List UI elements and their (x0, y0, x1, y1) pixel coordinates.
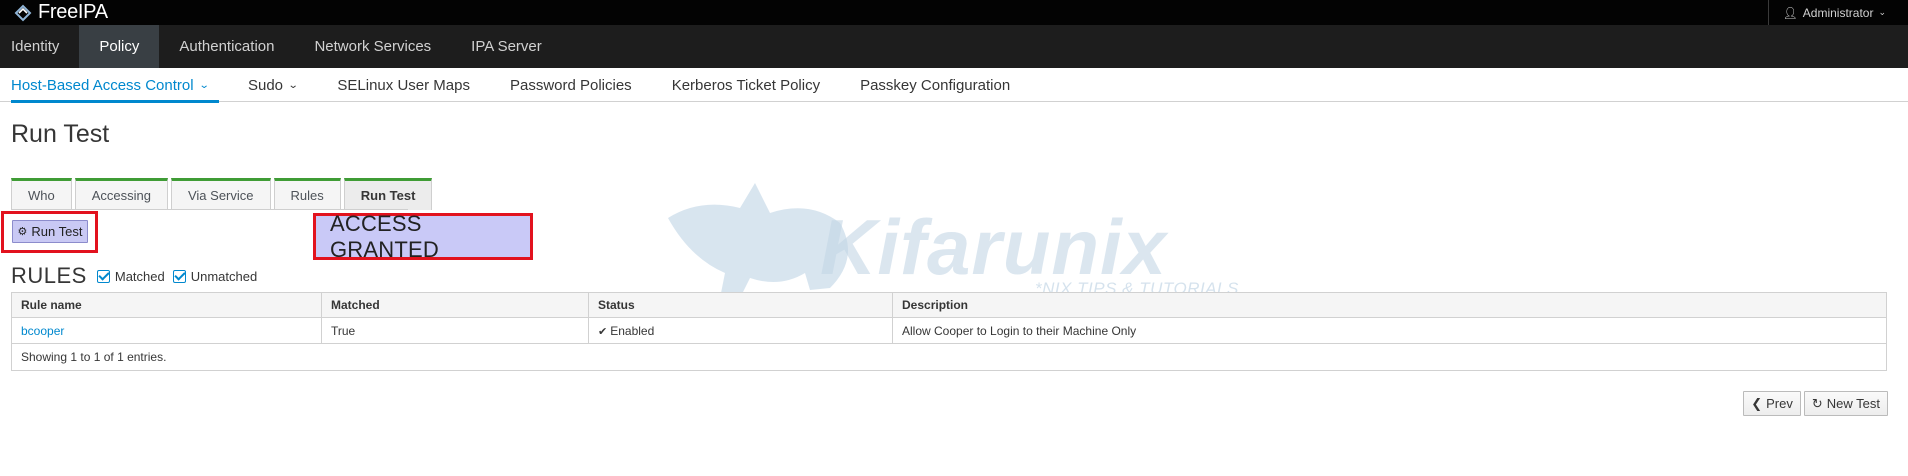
run-test-label: Run Test (31, 224, 83, 239)
matched-label: Matched (114, 268, 165, 284)
refresh-icon: ↻ (1811, 395, 1823, 411)
tab-rules[interactable]: Rules (273, 178, 341, 209)
prev-label: Prev (1766, 396, 1793, 411)
chevron-left-icon: ❮ (1751, 395, 1763, 411)
subnav-passkey[interactable]: Passkey Configuration (840, 68, 1030, 102)
prev-button[interactable]: ❮ Prev (1743, 391, 1801, 416)
brand[interactable]: FreeIPA (0, 0, 108, 25)
subnav-sudo[interactable]: Sudo ⌄ (228, 68, 317, 102)
gear-icon: ⚙ (17, 226, 28, 238)
brand-name: FreeIPA (38, 1, 108, 23)
rule-status: ✔ Enabled (588, 317, 893, 344)
matched-checkbox[interactable]: Matched (96, 268, 165, 284)
tab-who[interactable]: Who (11, 178, 72, 209)
table-summary: Showing 1 to 1 of 1 entries. (11, 343, 1887, 371)
rules-header: RULES Matched Unmatched (11, 263, 265, 289)
column-header-status[interactable]: Status (588, 292, 893, 318)
freeipa-logo-icon (14, 4, 32, 21)
run-test-button[interactable]: ⚙ Run Test (12, 220, 88, 243)
pager: ❮ Prev ↻ New Test (1743, 391, 1888, 416)
nav-authentication[interactable]: Authentication (159, 25, 294, 68)
table-row: bcooper True ✔ Enabled Allow Cooper to Lo… (11, 317, 1887, 344)
rule-description: Allow Cooper to Login to their Machine O… (892, 317, 1887, 344)
rules-table: Rule name Matched Status Description bco… (11, 292, 1887, 371)
unmatched-checkbox[interactable]: Unmatched (172, 268, 258, 284)
rules-title: RULES (11, 263, 87, 288)
user-menu[interactable]: 👤︎ Administrator ⌄ (1767, 0, 1908, 25)
new-test-label: New Test (1826, 396, 1880, 411)
column-header-rule-name[interactable]: Rule name (11, 292, 322, 318)
chevron-down-icon: ⌄ (287, 79, 299, 91)
subnav-hbac-label: Host-Based Access Control (11, 76, 194, 94)
checkbox-checked-icon (96, 269, 110, 283)
nav-policy[interactable]: Policy (79, 25, 160, 68)
subnav-hbac[interactable]: Host-Based Access Control ⌄ (0, 68, 228, 103)
new-test-button[interactable]: ↻ New Test (1803, 391, 1888, 416)
rule-name-link[interactable]: bcooper (11, 317, 322, 344)
facet-tabs: Who Accessing Via Service Rules Run Test (11, 178, 433, 210)
access-result: ACCESS GRANTED (313, 211, 533, 262)
subnav-password-policies[interactable]: Password Policies (490, 68, 652, 102)
tab-run-test[interactable]: Run Test (343, 178, 433, 210)
subnav-kerberos-policy[interactable]: Kerberos Ticket Policy (652, 68, 840, 102)
chevron-down-icon: ⌄ (198, 79, 210, 91)
subnav-selinux[interactable]: SELinux User Maps (317, 68, 490, 102)
page-title: Run Test (11, 120, 110, 148)
unmatched-label: Unmatched (190, 268, 258, 284)
table-header-row: Rule name Matched Status Description (11, 292, 1887, 318)
user-name: Administrator (1802, 5, 1874, 20)
tab-accessing[interactable]: Accessing (74, 178, 168, 209)
column-header-matched[interactable]: Matched (321, 292, 589, 318)
nav-network-services[interactable]: Network Services (294, 25, 451, 68)
rule-status-text: Enabled (610, 323, 655, 338)
user-icon: 👤︎ (1782, 5, 1798, 20)
secondary-nav: Host-Based Access Control ⌄ Sudo ⌄ SELin… (0, 68, 1908, 103)
tab-via-service[interactable]: Via Service (170, 178, 271, 209)
check-icon: ✔ (598, 325, 608, 338)
nav-ipa-server[interactable]: IPA Server (451, 25, 562, 68)
rule-matched: True (321, 317, 589, 344)
table-footer-row: Showing 1 to 1 of 1 entries. (11, 343, 1887, 371)
checkbox-checked-icon (172, 269, 186, 283)
subnav-sudo-label: Sudo (247, 76, 284, 94)
nav-identity[interactable]: Identity (0, 25, 79, 68)
masthead: FreeIPA 👤︎ Administrator ⌄ (0, 0, 1908, 25)
column-header-description[interactable]: Description (892, 292, 1887, 318)
chevron-down-icon: ⌄ (1878, 7, 1886, 17)
primary-nav: Identity Policy Authentication Network S… (0, 25, 1908, 68)
